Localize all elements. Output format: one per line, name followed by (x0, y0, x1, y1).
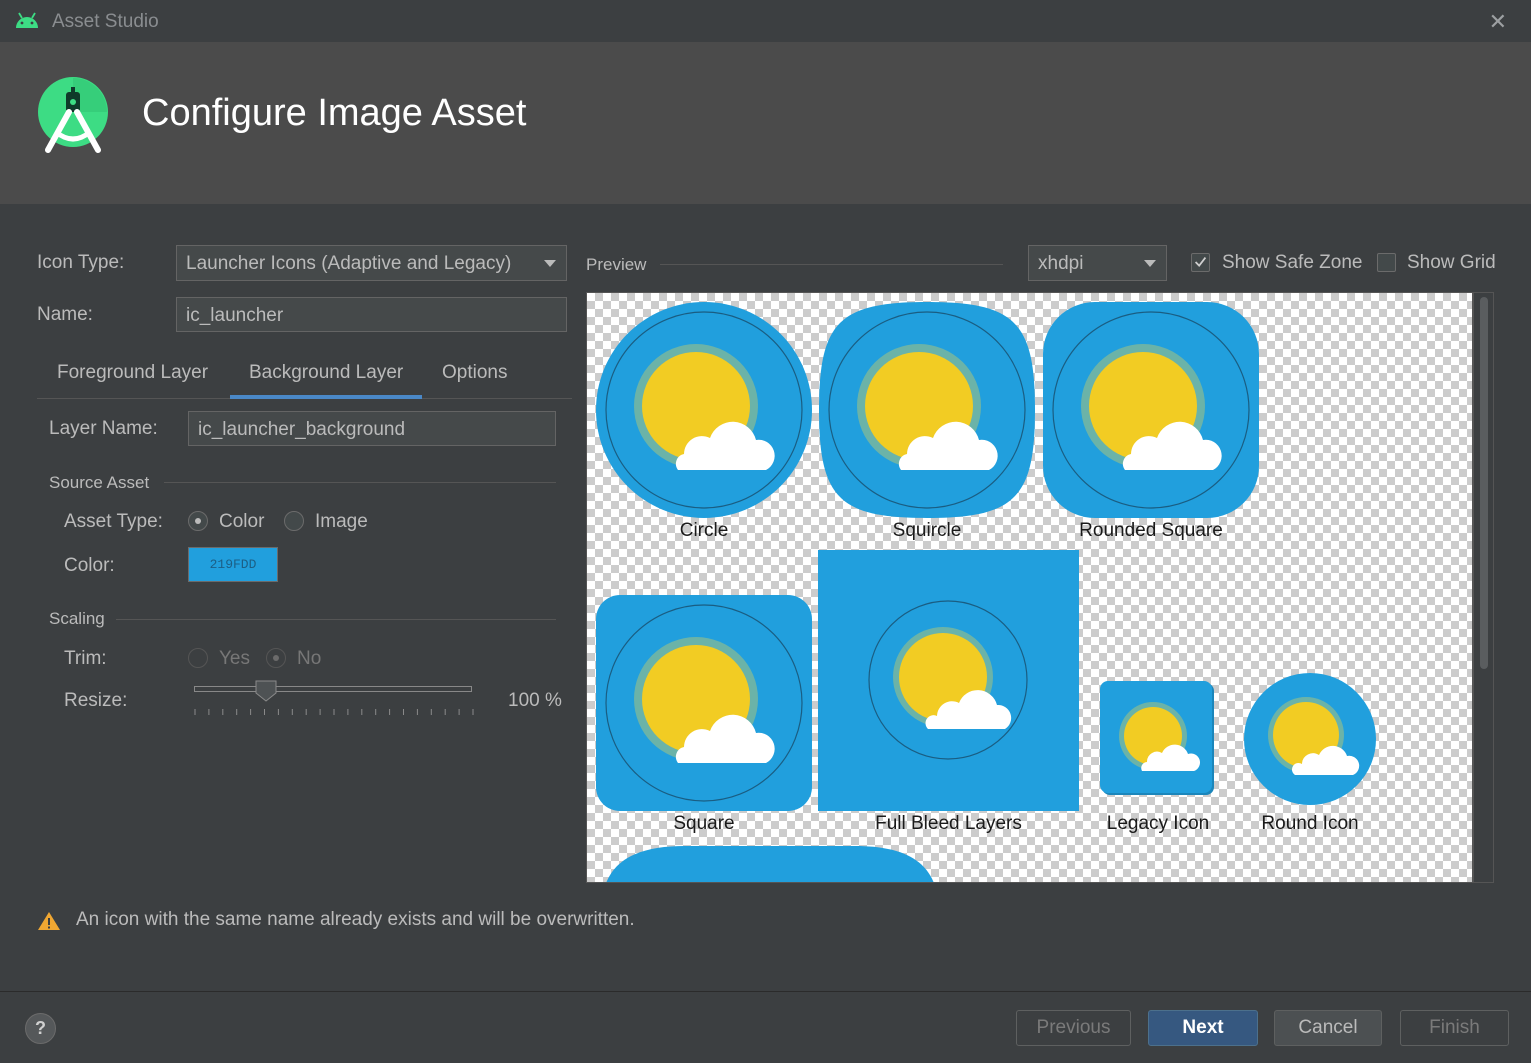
help-button[interactable]: ? (25, 1013, 56, 1044)
warning-text: An icon with the same name already exist… (76, 909, 635, 930)
name-field[interactable]: ic_launcher (176, 297, 567, 332)
round-preview-icon (1244, 673, 1376, 805)
resize-slider-thumb[interactable] (255, 680, 277, 702)
density-dropdown[interactable]: xhdpi (1028, 245, 1167, 281)
full-bleed-layers-label: Full Bleed Layers (875, 813, 1022, 834)
squircle-preview-icon (819, 302, 1035, 518)
asset-type-label: Asset Type: (64, 511, 163, 532)
asset-type-color-radio[interactable] (188, 511, 208, 531)
finish-button[interactable]: Finish (1400, 1010, 1509, 1046)
square-preview-icon (596, 595, 812, 811)
trim-yes-label[interactable]: Yes (219, 648, 250, 670)
close-icon[interactable]: ✕ (1489, 9, 1507, 35)
asset-type-image-label[interactable]: Image (315, 511, 368, 533)
color-label: Color: (64, 555, 115, 576)
footer-divider (0, 991, 1531, 992)
round-icon-label: Round Icon (1261, 813, 1359, 834)
scrollbar-thumb[interactable] (1480, 297, 1488, 669)
legacy-icon-label: Legacy Icon (1106, 813, 1210, 834)
resize-slider-track[interactable] (194, 686, 472, 692)
rounded-square-label: Rounded Square (1079, 520, 1223, 541)
android-icon (16, 12, 38, 28)
window-title: Asset Studio (52, 11, 159, 32)
android-studio-logo-icon (38, 77, 108, 153)
preview-heading: Preview (586, 255, 647, 274)
resize-value: 100 % (508, 690, 562, 711)
icon-type-dropdown[interactable]: Launcher Icons (Adaptive and Legacy) (176, 245, 567, 281)
show-safe-zone-label[interactable]: Show Safe Zone (1222, 252, 1362, 274)
tab-foreground-layer[interactable]: Foreground Layer (57, 362, 208, 384)
legacy-preview-icon (1100, 681, 1214, 795)
show-grid-checkbox[interactable] (1377, 253, 1396, 272)
icon-type-label: Icon Type: (37, 252, 125, 273)
header-banner: Configure Image Asset (0, 42, 1531, 204)
resize-label: Resize: (64, 690, 128, 711)
title-bar: Asset Studio ✕ (0, 0, 1531, 42)
preview-divider (660, 264, 1003, 265)
square-label: Square (673, 813, 735, 834)
chevron-down-icon (1144, 260, 1156, 267)
scaling-heading: Scaling (49, 609, 105, 628)
resize-slider-ticks (194, 709, 474, 715)
checkmark-icon (1194, 257, 1207, 267)
trim-label: Trim: (64, 648, 107, 669)
tab-background-layer[interactable]: Background Layer (249, 362, 403, 384)
next-button[interactable]: Next (1148, 1010, 1258, 1046)
previous-button[interactable]: Previous (1016, 1010, 1131, 1046)
color-swatch[interactable]: 219FDD (188, 547, 278, 582)
cancel-button[interactable]: Cancel (1274, 1010, 1382, 1046)
scaling-divider (116, 619, 556, 620)
rounded-square-preview-icon (1043, 302, 1259, 518)
name-label: Name: (37, 304, 93, 325)
asset-type-image-radio[interactable] (284, 511, 304, 531)
show-safe-zone-checkbox[interactable] (1191, 253, 1210, 272)
source-asset-heading: Source Asset (49, 473, 150, 492)
selected-tab-indicator (230, 395, 422, 399)
trim-yes-radio[interactable] (188, 648, 208, 668)
layer-name-label: Layer Name: (49, 418, 158, 439)
warning-message: An icon with the same name already exist… (37, 909, 737, 933)
trim-no-label[interactable]: No (297, 648, 321, 670)
warning-triangle-icon (38, 912, 60, 930)
density-value: xhdpi (1038, 253, 1084, 274)
full-bleed-layers-preview-icon (818, 550, 1079, 811)
preview-scrollbar[interactable] (1473, 292, 1494, 883)
page-title: Configure Image Asset (142, 92, 527, 134)
layer-name-field[interactable]: ic_launcher_background (188, 411, 556, 446)
preview-canvas: Circle Squircle Rounded Square Square Fu… (586, 292, 1473, 883)
squircle-label: Squircle (892, 520, 962, 541)
asset-type-color-label[interactable]: Color (219, 511, 264, 533)
show-grid-label[interactable]: Show Grid (1407, 252, 1496, 274)
source-asset-divider (164, 482, 556, 483)
circle-label: Circle (679, 520, 729, 541)
circle-preview-icon (596, 302, 812, 518)
chevron-down-icon (544, 260, 556, 267)
icon-type-value: Launcher Icons (Adaptive and Legacy) (186, 253, 512, 274)
tab-options[interactable]: Options (442, 362, 507, 384)
trim-no-radio[interactable] (266, 648, 286, 668)
cropped-preview-icon (606, 846, 934, 882)
